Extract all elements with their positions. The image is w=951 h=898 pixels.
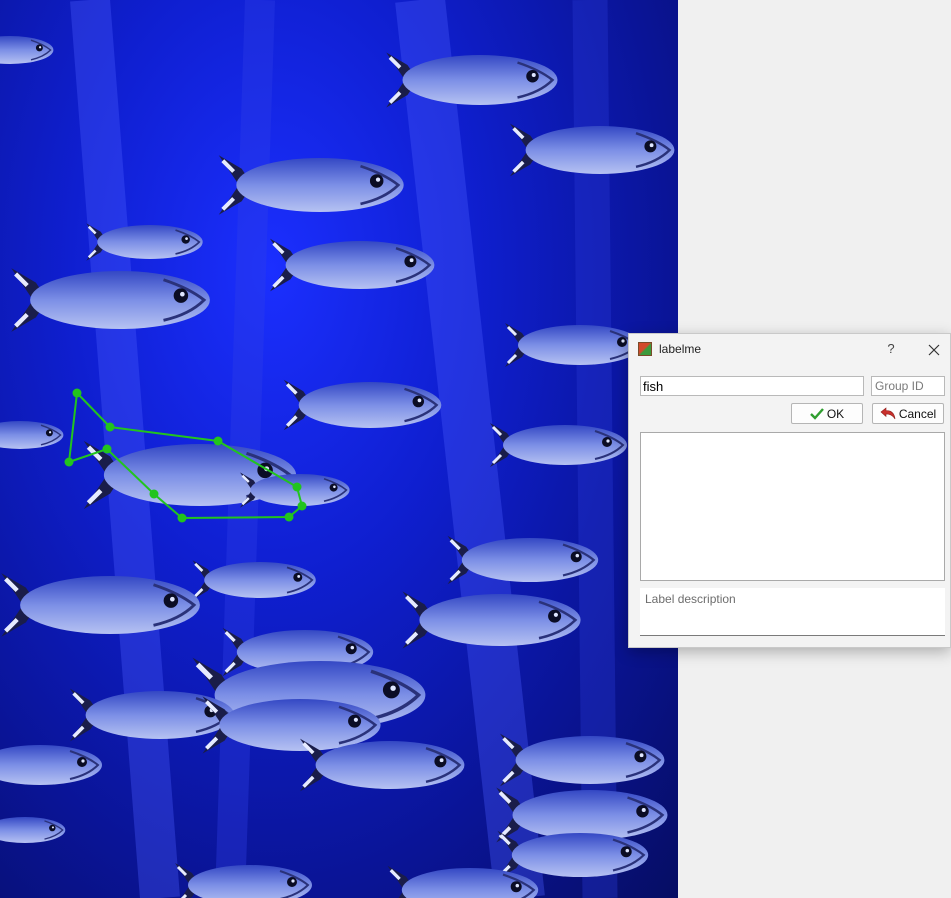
label-description-field[interactable]: [640, 588, 945, 636]
polygon-vertex[interactable]: [177, 513, 187, 523]
ok-button-label: OK: [826, 406, 845, 421]
undo-arrow-icon: [880, 407, 896, 420]
polygon-vertex[interactable]: [213, 436, 223, 446]
polygon-vertex[interactable]: [297, 501, 307, 511]
close-button[interactable]: [924, 340, 944, 360]
checkmark-icon: [809, 407, 824, 420]
polygon-vertex[interactable]: [72, 388, 82, 398]
close-icon: [928, 344, 940, 356]
ok-button[interactable]: OK: [791, 403, 863, 424]
polygon-vertex[interactable]: [105, 422, 115, 432]
group-id-input[interactable]: [871, 376, 945, 396]
dialog-titlebar[interactable]: labelme ?: [629, 334, 950, 366]
polygon-vertex[interactable]: [284, 512, 294, 522]
polygon-vertices: [64, 388, 307, 523]
cancel-button-label: Cancel: [898, 406, 937, 421]
label-list[interactable]: [640, 432, 945, 581]
polygon-vertex[interactable]: [102, 444, 112, 454]
labelme-app-icon: [638, 342, 652, 356]
help-button[interactable]: ?: [882, 340, 900, 358]
image-canvas[interactable]: [0, 0, 678, 898]
cancel-button[interactable]: Cancel: [872, 403, 944, 424]
polygon-vertex[interactable]: [149, 489, 159, 499]
dialog-title: labelme: [659, 342, 702, 356]
polygon-vertex[interactable]: [64, 457, 74, 467]
polygon-vertex[interactable]: [292, 482, 302, 492]
label-dialog: labelme ? OK Cancel: [628, 333, 951, 648]
label-name-input[interactable]: [640, 376, 864, 396]
annotation-polygon[interactable]: [0, 0, 678, 898]
